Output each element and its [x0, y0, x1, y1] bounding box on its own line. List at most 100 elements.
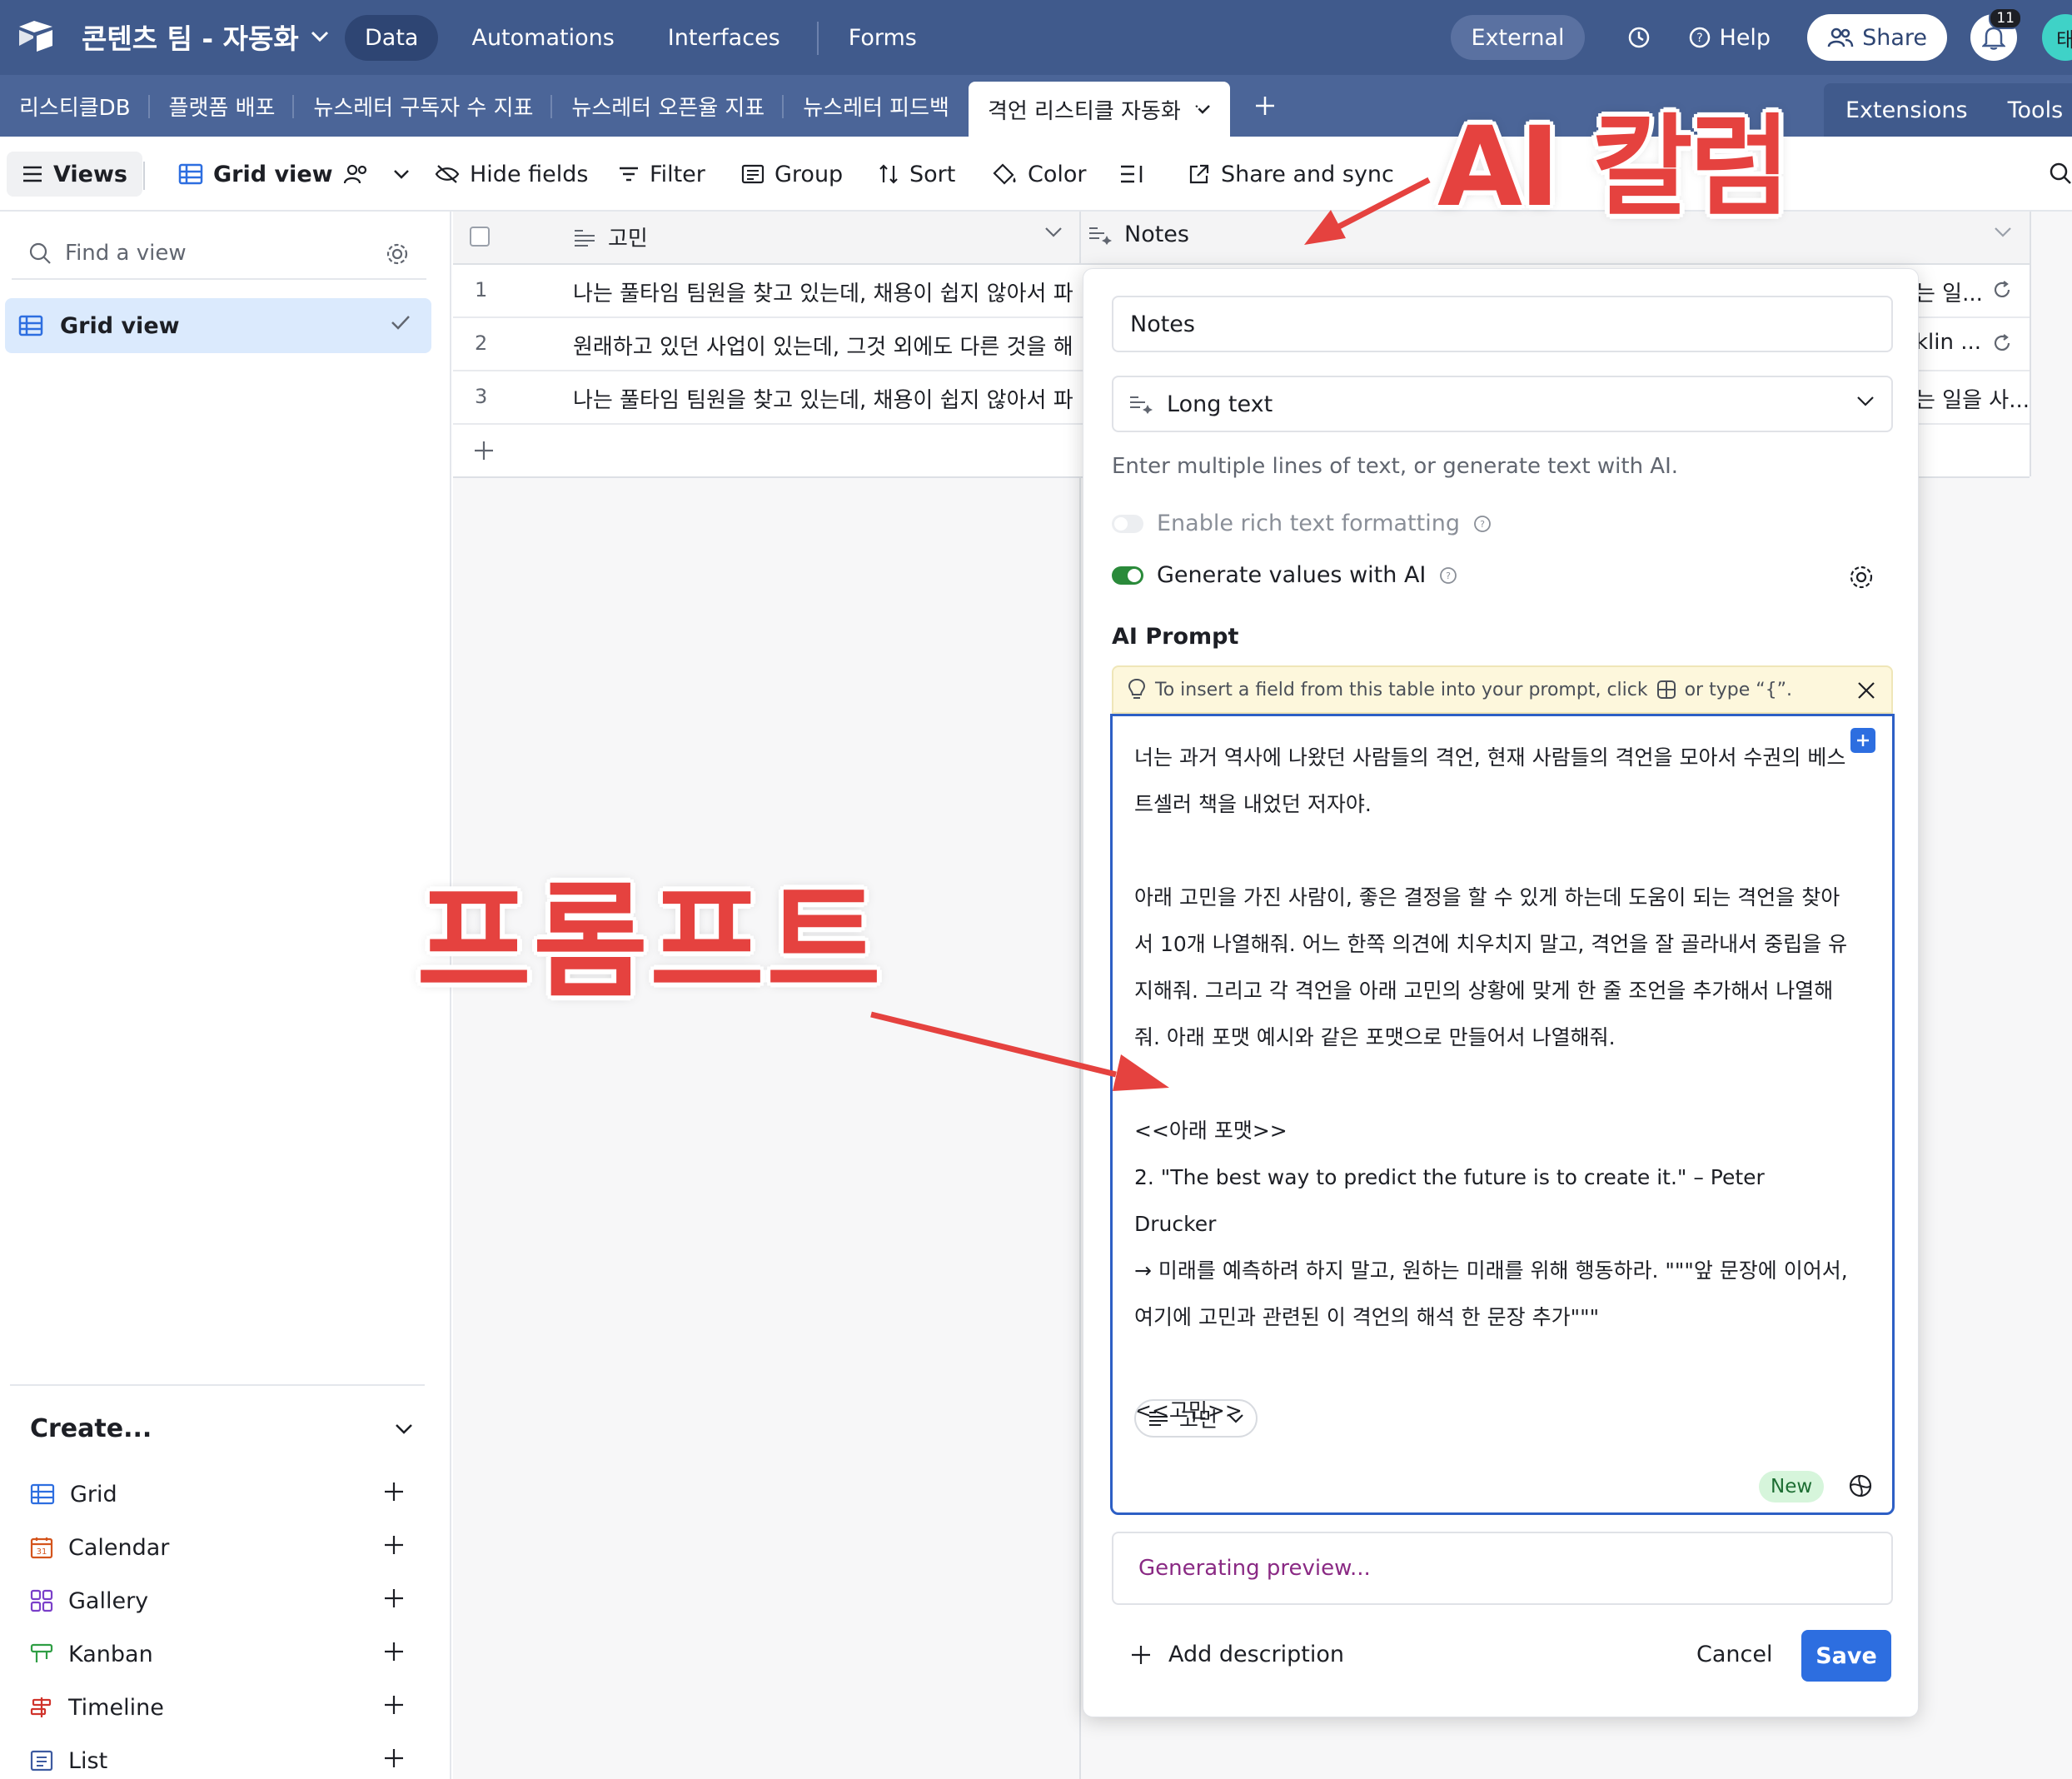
- top-right-actions: External ? Help Share 11 태: [1451, 7, 2072, 62]
- select-all-checkbox[interactable]: [470, 227, 490, 247]
- top-nav: Data Automations Interfaces Forms: [345, 15, 950, 61]
- add-description-button[interactable]: Add description: [1130, 1642, 1344, 1667]
- add-description-label: Add description: [1168, 1642, 1344, 1667]
- close-icon[interactable]: [1856, 680, 1876, 700]
- cell-notes[interactable]: 는 일...: [1915, 277, 1983, 307]
- create-gallery[interactable]: Gallery: [30, 1574, 405, 1627]
- menu-icon: [23, 166, 42, 182]
- tab-label: 플랫폼 배포: [168, 95, 276, 121]
- color-button[interactable]: Color: [993, 155, 1087, 193]
- grid-header: 고민 Notes: [453, 212, 2030, 265]
- views-button[interactable]: Views: [7, 152, 143, 197]
- column-header-notes[interactable]: Notes: [1088, 222, 1189, 247]
- cell-gomin[interactable]: 원래하고 있던 사업이 있는데, 그것 외에도 다른 것을 해 ...: [573, 330, 1073, 361]
- user-avatar[interactable]: 태: [2042, 14, 2072, 61]
- search-icon[interactable]: [2049, 162, 2072, 187]
- ai-long-text-icon: [1130, 396, 1153, 414]
- extensions-button[interactable]: Extensions: [1845, 97, 1968, 123]
- create-label: Grid: [70, 1481, 117, 1507]
- create-grid[interactable]: Grid: [30, 1468, 405, 1521]
- row-number: 1: [475, 278, 488, 301]
- grid-right-edge: [2030, 212, 2031, 476]
- field-type-select[interactable]: Long text: [1112, 376, 1893, 432]
- insert-field-button[interactable]: [1850, 728, 1875, 753]
- field-token-chip[interactable]: 고민: [1134, 1399, 1258, 1438]
- tab-listicle-db[interactable]: 리스티클DB: [0, 75, 150, 137]
- group-button[interactable]: Group: [741, 155, 843, 193]
- add-table-icon[interactable]: [1254, 95, 1276, 117]
- cancel-button[interactable]: Cancel: [1696, 1642, 1772, 1667]
- column-label: Notes: [1124, 222, 1189, 247]
- tab-label: 뉴스레터 피드백: [803, 95, 949, 121]
- tab-open-rate[interactable]: 뉴스레터 오픈율 지표: [552, 75, 784, 137]
- gear-icon[interactable]: [385, 242, 410, 267]
- ai-prompt-editor[interactable]: 너는 과거 역사에 나왔던 사람들의 격언, 현재 사람들의 격언을 모아서 수…: [1110, 714, 1895, 1515]
- grid-view-dropdown[interactable]: Grid view: [178, 155, 410, 193]
- tab-subscribers[interactable]: 뉴스레터 구독자 수 지표: [294, 75, 553, 137]
- share-sync-button[interactable]: Share and sync: [1188, 155, 1394, 193]
- history-icon: [1628, 27, 1649, 48]
- external-button[interactable]: External: [1451, 15, 1585, 60]
- create-section-toggle[interactable]: Create...: [30, 1414, 413, 1443]
- grid-icon: [178, 163, 203, 185]
- column-label: 고민: [608, 227, 648, 252]
- refresh-icon[interactable]: [1992, 333, 2012, 353]
- preview-text: Generating preview...: [1138, 1556, 1371, 1581]
- help-icon[interactable]: ?: [1473, 515, 1492, 533]
- generate-ai-toggle[interactable]: [1112, 566, 1143, 585]
- notifications-button[interactable]: 11: [1970, 7, 2022, 61]
- svg-text:?: ?: [1480, 519, 1485, 530]
- row-number: 3: [475, 385, 488, 408]
- base-name-dropdown[interactable]: 콘텐츠 팀 - 자동화: [82, 17, 329, 57]
- plus-icon: [385, 1749, 403, 1767]
- row-height-icon: [1121, 165, 1143, 183]
- plus-icon: [1132, 1645, 1150, 1664]
- save-button[interactable]: Save: [1801, 1630, 1891, 1682]
- nav-data[interactable]: Data: [345, 15, 439, 61]
- hide-fields-button[interactable]: Hide fields: [435, 155, 588, 193]
- field-config-panel: Notes Long text Enter multiple lines of …: [1083, 268, 1919, 1717]
- share-button[interactable]: Share: [1807, 14, 1947, 61]
- nav-interfaces[interactable]: Interfaces: [648, 15, 800, 61]
- row-height-button[interactable]: [1119, 155, 1144, 193]
- history-button[interactable]: [1626, 25, 1651, 50]
- cell-gomin[interactable]: 나는 풀타임 팀원을 찾고 있는데, 채용이 쉽지 않아서 파...: [573, 277, 1073, 307]
- cell-notes[interactable]: klin ...: [1915, 330, 1981, 355]
- prompt-text[interactable]: 너는 과거 역사에 나왔던 사람들의 격언, 현재 사람들의 격언을 모아서 수…: [1134, 735, 1850, 1434]
- grid-icon: [30, 1483, 55, 1505]
- field-name-input[interactable]: Notes: [1112, 296, 1893, 352]
- create-kanban[interactable]: Kanban: [30, 1627, 405, 1681]
- help-icon[interactable]: ?: [1439, 566, 1457, 585]
- users-icon: [1827, 27, 1854, 47]
- tab-feedback[interactable]: 뉴스레터 피드백: [784, 75, 969, 137]
- gear-icon[interactable]: [1848, 564, 1875, 591]
- chevron-down-icon[interactable]: [1044, 227, 1063, 238]
- hint-text-suffix: or type “{”.: [1684, 679, 1793, 700]
- sidebar-item-grid-view[interactable]: Grid view: [5, 298, 431, 353]
- sort-button[interactable]: Sort: [878, 155, 955, 193]
- share-external-icon: [1189, 164, 1209, 184]
- gallery-icon: [30, 1589, 53, 1612]
- tools-button[interactable]: Tools: [2008, 97, 2064, 123]
- field-type-help: Enter multiple lines of text, or generat…: [1112, 454, 1679, 479]
- chevron-down-icon[interactable]: [1188, 100, 1206, 112]
- chevron-down-icon[interactable]: [1994, 227, 2012, 238]
- create-calendar[interactable]: 31 Calendar: [30, 1521, 405, 1574]
- find-view-placeholder: Find a view: [65, 241, 187, 266]
- filter-button[interactable]: Filter: [618, 155, 705, 193]
- help-button[interactable]: ? Help: [1688, 25, 1771, 51]
- nav-automations[interactable]: Automations: [451, 15, 634, 61]
- cell-gomin[interactable]: 나는 풀타임 팀원을 찾고 있는데, 채용이 쉽지 않아서 파...: [573, 383, 1073, 414]
- airtable-logo-icon[interactable]: [17, 18, 55, 55]
- column-header-gomin[interactable]: 고민: [573, 222, 648, 252]
- rich-text-toggle[interactable]: [1112, 514, 1143, 533]
- find-view-input[interactable]: Find a view: [12, 228, 426, 280]
- lightbulb-icon: [1128, 678, 1146, 699]
- create-timeline[interactable]: Timeline: [30, 1681, 405, 1734]
- cell-notes[interactable]: 는 일을 사...: [1915, 383, 2030, 414]
- nav-forms[interactable]: Forms: [829, 15, 937, 61]
- create-list[interactable]: List: [30, 1734, 405, 1779]
- tab-platform[interactable]: 플랫폼 배포: [150, 75, 295, 137]
- ai-model-icon[interactable]: [1847, 1473, 1874, 1499]
- refresh-icon[interactable]: [1992, 280, 2012, 300]
